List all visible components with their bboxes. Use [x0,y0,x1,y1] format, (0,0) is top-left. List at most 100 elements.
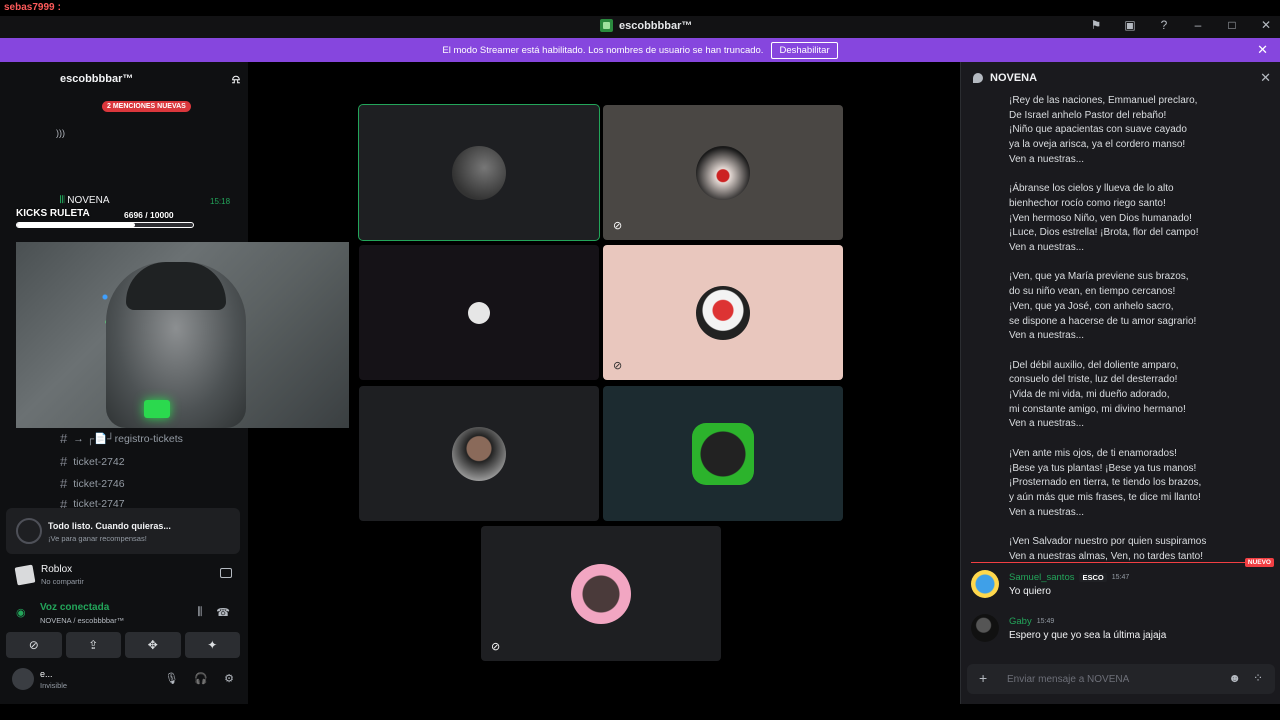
message-author[interactable]: Gaby [1009,616,1032,627]
participant-tile[interactable]: ⊘ [481,526,721,661]
camera-off-button[interactable]: ⊘ [6,632,62,658]
hash-icon: # [60,431,68,446]
avatar [468,301,490,324]
close-icon[interactable]: ✕ [1260,70,1271,86]
kicks-count: 6696 / 10000 [124,210,174,220]
close-icon[interactable]: ✕ [1257,42,1268,58]
window-controls: ⚑ ▣ ? – □ ✕ [1088,18,1274,32]
voice-text-chat: NOVENA ✕ ¡Rey de las naciones, Emmanuel … [960,62,1280,704]
settings-icon[interactable]: ⚙ [224,672,234,685]
message-input[interactable] [1007,670,1207,688]
lyric-line: do su niño vean, en tiempo cercanos! [1009,286,1176,298]
message-text: Yo quiero [1009,586,1051,597]
noise-suppression-icon[interactable]: ⫼ [197,606,202,619]
window-title: escobbbbar™ [600,19,692,32]
kicks-progress-fill [17,223,135,227]
screen-share-button[interactable]: ⇪ [65,632,121,658]
lyric-line: Ven a nuestras... [1009,153,1085,165]
discord-window: sebas7999: Juan_Hkp:escobar leyendo todo… [0,0,1280,720]
kicks-goal: 10000 [150,210,174,220]
mentions-badge[interactable]: 2 MENCIONES NUEVAS [102,101,191,112]
voice-member[interactable]: ))) [56,124,240,142]
lyric-line: consuelo del triste, luz del desterrado! [1009,374,1178,386]
voice-location[interactable]: NOVENA / escobbbbar™ [40,616,124,625]
inbox-icon[interactable]: ▣ [1122,18,1138,32]
lyric-line: Ven a nuestras... [1009,418,1085,430]
channel-ticket-2746[interactable]: # ticket-2746 [60,476,125,491]
game-activity[interactable]: Roblox No compartir [6,562,240,588]
microphone-icon[interactable]: 🎙 [164,672,178,685]
lyric-line: ¡Ven Salvador nuestro por quien suspiram… [1009,536,1207,548]
minimize-icon[interactable]: – [1190,18,1206,32]
participant-tile[interactable] [603,386,843,521]
screen-share-icon[interactable] [220,568,232,578]
lyric-line: ¡Del débil auxilio, del doliente amparo, [1009,359,1179,371]
loading-icon [16,518,42,544]
avatar[interactable] [12,668,34,690]
lyric-line: ¡Bese ya tus plantas! ¡Bese ya tus manos… [1009,462,1197,474]
user-name: e... [40,669,53,679]
chat-icon [973,73,983,83]
message-author[interactable]: Samuel_santos [1009,572,1074,583]
lyric-line: ¡Ven, que ya José, con anhelo sacro, [1009,300,1174,312]
lyric-line: Ven a nuestras... [1009,506,1085,518]
overlay-line: sebas7999: [4,2,61,13]
close-icon[interactable]: ✕ [1258,18,1274,32]
apps-icon[interactable]: ⁘ [1253,671,1263,685]
participant-tile[interactable] [359,386,599,521]
activity-card[interactable]: Todo listo. Cuando quieras... ¡Ve para g… [6,508,240,554]
headphones-icon[interactable]: 🎧 [194,672,208,685]
plus-icon[interactable]: + [979,670,987,686]
voice-connection: ◉ Voz conectada NOVENA / escobbbbar™ ⫼ ☎ [6,600,240,628]
kicks-label: KICKS RULETA [16,208,90,219]
kicks-progress-bar [16,222,194,228]
webcam-overlay [16,242,349,428]
chat-message: Gaby 15:49 Espero y que yo sea la última … [971,614,1271,650]
deafened-icon: ⊘ [613,220,623,232]
lyric-line: ¡Niño que apacientas con suave cayado [1009,124,1187,136]
lyric-line: y aún más que mis frases, te dice mi lla… [1009,491,1201,503]
server-name: escobbbbar™ [60,73,134,85]
new-messages-tag: NUEVO [1244,558,1274,567]
activity-title: Todo listo. Cuando quieras... [48,521,171,531]
activity-subtitle: ¡Ve para ganar recompensas! [48,534,147,543]
soundboard-button[interactable]: ✦ [184,632,240,658]
voice-channel-novena[interactable]: 𝄃𝄃 NOVENA [60,195,110,206]
kicks-ruleta: KICKS RULETA 6696 / 10000 [16,208,196,228]
participant-tile[interactable] [359,245,599,380]
roblox-icon [14,564,36,586]
lyric-line: ¡Vida de mi vida, mi dueño adorado, [1009,389,1170,401]
chat-title: NOVENA [990,72,1038,84]
avatar[interactable] [971,614,999,642]
flag-icon[interactable]: ⚑ [1088,18,1104,32]
disconnect-icon[interactable]: ☎ [216,606,230,619]
participant-tile[interactable]: ⊘ [603,245,843,380]
game-subtitle: No compartir [41,577,84,586]
channel-registro-tickets[interactable]: # → ┌📄┘registro-tickets [60,431,183,446]
signal-icon: ◉ [16,607,26,619]
lyric-stanza: ¡Rey de las naciones, Emmanuel preclaro,… [1009,94,1269,168]
server-icon [600,19,613,32]
add-user-icon[interactable]: ⍾ [232,72,240,87]
lyric-line: mi constante amigo, mi divino hermano! [1009,403,1186,415]
disable-streamer-button[interactable]: Deshabilitar [771,41,838,59]
activities-button[interactable]: ✥ [125,632,181,658]
channel-ticket-2742[interactable]: # ticket-2742 [60,454,125,469]
channel-name: ticket-2746 [73,477,125,490]
message-time: 15:49 [1036,618,1055,625]
server-header[interactable]: escobbbbar™ ⍾ [60,70,240,88]
help-icon[interactable]: ? [1156,18,1172,32]
lyric-stanza: ¡Ven Salvador nuestro por quien suspiram… [1009,535,1269,564]
title-bar: escobbbbar™ ⚑ ▣ ? – □ ✕ [0,16,1280,38]
user-status: Invisible [40,681,68,690]
maximize-icon[interactable]: □ [1224,18,1240,32]
participant-tile[interactable]: ⊘ [603,105,843,240]
avatar [696,285,750,340]
participant-tile[interactable] [358,104,600,241]
deafened-icon: ⊘ [491,641,501,653]
voice-controls: ⊘ ⇪ ✥ ✦ [6,632,240,658]
emoji-icon[interactable]: ☻ [1228,671,1241,685]
avatar[interactable] [971,570,999,598]
voice-status: Voz conectada [40,602,110,613]
lyric-stanza: ¡Ven, que ya María previene sus brazos, d… [1009,270,1269,344]
